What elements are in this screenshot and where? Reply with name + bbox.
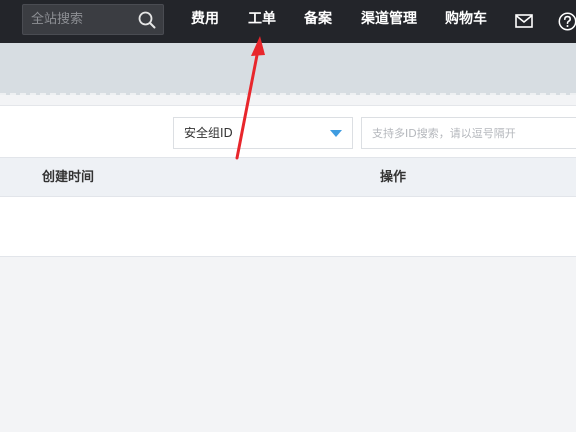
column-header-actions: 操作 bbox=[380, 170, 407, 185]
table-body-empty bbox=[0, 197, 576, 257]
nav-item-channel-management[interactable]: 渠道管理 bbox=[361, 10, 417, 28]
search-type-select[interactable]: 安全组ID bbox=[173, 117, 353, 149]
nav-item-cart[interactable]: 购物车 bbox=[445, 10, 487, 28]
caret-down-icon bbox=[330, 130, 342, 137]
help-icon bbox=[558, 12, 576, 30]
column-header-created-time: 创建时间 bbox=[42, 170, 95, 185]
table-header: 创建时间 操作 bbox=[0, 157, 576, 197]
mail-button[interactable] bbox=[514, 11, 534, 31]
global-search-box bbox=[22, 4, 164, 35]
help-button[interactable] bbox=[557, 11, 576, 31]
search-button[interactable] bbox=[131, 5, 163, 34]
search-type-value: 安全组ID bbox=[184, 126, 233, 140]
search-icon bbox=[138, 11, 156, 28]
nav-item-billing[interactable]: 费用 bbox=[191, 10, 219, 28]
id-search-input[interactable] bbox=[361, 117, 576, 149]
mail-icon bbox=[515, 14, 533, 28]
filter-bar: 安全组ID bbox=[0, 105, 576, 157]
page-banner bbox=[0, 43, 576, 95]
nav-item-icp-filing[interactable]: 备案 bbox=[304, 10, 332, 28]
nav-item-tickets[interactable]: 工单 bbox=[248, 10, 276, 28]
top-nav-bar: 费用 工单 备案 渠道管理 购物车 bbox=[0, 0, 576, 43]
global-search-input[interactable] bbox=[23, 5, 131, 34]
